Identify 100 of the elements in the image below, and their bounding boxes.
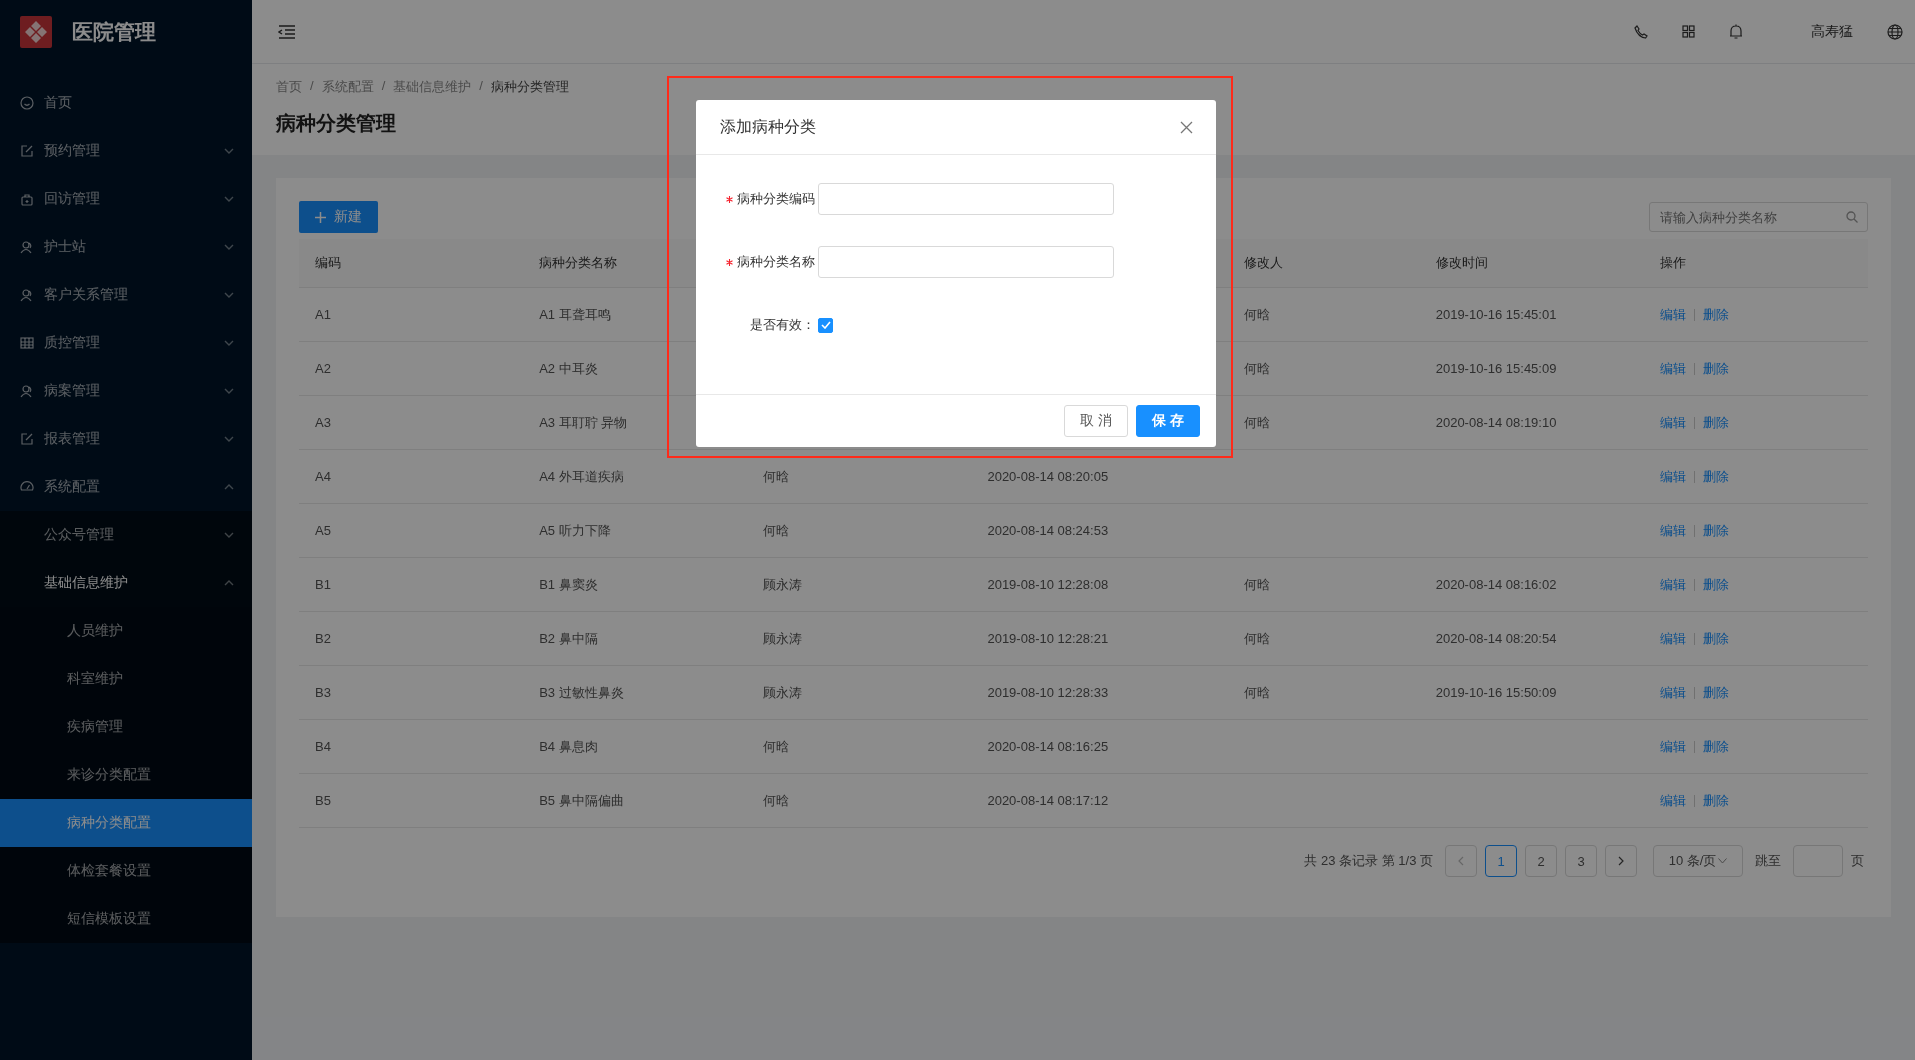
- sidebar-item[interactable]: 客户关系管理: [0, 271, 252, 319]
- table-cell: A5 听力下降: [539, 522, 611, 538]
- sidebar-item[interactable]: 系统配置: [0, 463, 252, 511]
- table-cell: A5: [315, 523, 331, 538]
- table-cell: 2019-08-10 12:28:08: [987, 577, 1109, 592]
- globe-icon[interactable]: [1887, 23, 1903, 40]
- column-header: 病种分类名称: [539, 255, 618, 270]
- action-link[interactable]: 编辑: [1659, 629, 1686, 648]
- menu-label: 预约管理: [44, 142, 101, 160]
- search-field[interactable]: 请输入病种分类名称: [1649, 202, 1868, 232]
- action-link[interactable]: 删除: [1702, 305, 1729, 324]
- sidebar-item[interactable]: 病种分类配置: [0, 799, 252, 847]
- table-cell: A1 耳聋耳鸣: [539, 306, 611, 322]
- breadcrumb-separator: /: [381, 78, 386, 95]
- table-cell: A4: [315, 469, 331, 484]
- sidebar-item[interactable]: 疾病管理: [0, 703, 252, 751]
- table-cell: 何晗: [763, 792, 790, 808]
- dialog-title: 添加病种分类: [720, 116, 816, 137]
- column-header: 操作: [1659, 255, 1686, 270]
- chevron-right-icon: [1618, 856, 1624, 866]
- action-link[interactable]: 编辑: [1659, 467, 1686, 486]
- sidebar-item[interactable]: 人员维护: [0, 607, 252, 655]
- sidebar-item[interactable]: 护士站: [0, 223, 252, 271]
- jump-label: 跳至: [1755, 852, 1781, 870]
- checkbox[interactable]: [818, 317, 833, 333]
- pagination-summary: 共 23 条记录 第 1/3 页: [1304, 852, 1433, 870]
- table-cell: 2020-08-14 08:20:54: [1435, 631, 1557, 646]
- menu-label: 病案管理: [44, 382, 101, 400]
- input-field[interactable]: [818, 183, 1114, 215]
- breadcrumb-item[interactable]: 首页: [276, 78, 302, 96]
- phone-icon[interactable]: [1634, 24, 1648, 39]
- action-link[interactable]: 编辑: [1659, 575, 1686, 594]
- action-link[interactable]: 删除: [1702, 629, 1729, 648]
- apps-icon[interactable]: [1682, 25, 1695, 38]
- table-cell: 何晗: [763, 522, 790, 538]
- close-icon[interactable]: [1180, 120, 1193, 134]
- action-link[interactable]: 编辑: [1659, 737, 1686, 756]
- table-cell: 何晗: [1243, 360, 1270, 376]
- table-cell: 顾永涛: [763, 684, 803, 700]
- action-link[interactable]: 删除: [1702, 413, 1729, 432]
- page-button[interactable]: 3: [1565, 845, 1597, 877]
- chevron-left-icon: [1458, 856, 1464, 866]
- action-link[interactable]: 删除: [1702, 467, 1729, 486]
- table-cell: 何晗: [763, 738, 790, 754]
- bell-icon[interactable]: [1729, 23, 1743, 40]
- action-link[interactable]: 删除: [1702, 359, 1729, 378]
- user-name[interactable]: 高寿猛: [1811, 22, 1853, 41]
- breadcrumb-item[interactable]: 系统配置: [321, 78, 374, 96]
- table-cell: 2019-10-16 15:50:09: [1435, 685, 1557, 700]
- sidebar-item[interactable]: 报表管理: [0, 415, 252, 463]
- action-link[interactable]: 编辑: [1659, 305, 1686, 324]
- table-cell: 何晗: [1243, 576, 1270, 592]
- action-link[interactable]: 编辑: [1659, 359, 1686, 378]
- sidebar-item[interactable]: 来诊分类配置: [0, 751, 252, 799]
- sidebar-item[interactable]: 基础信息维护: [0, 559, 252, 607]
- breadcrumb-item[interactable]: 基础信息维护: [393, 78, 472, 96]
- action-link[interactable]: 删除: [1702, 521, 1729, 540]
- action-link[interactable]: 编辑: [1659, 413, 1686, 432]
- logo-icon: [20, 15, 52, 48]
- table-cell: 2019-10-16 15:45:09: [1435, 361, 1557, 376]
- menu-label: 回访管理: [44, 190, 101, 208]
- table-cell: A1: [315, 307, 331, 322]
- action-link[interactable]: 删除: [1702, 791, 1729, 810]
- sidebar-item[interactable]: 公众号管理: [0, 511, 252, 559]
- field-label: 是否有效：: [750, 316, 815, 334]
- table-cell: B2 鼻中隔: [539, 630, 598, 646]
- input-field[interactable]: [818, 246, 1114, 278]
- sidebar-item[interactable]: 预约管理: [0, 127, 252, 175]
- next-page-button[interactable]: [1605, 845, 1637, 877]
- sidebar-item[interactable]: 短信模板设置: [0, 895, 252, 943]
- sidebar-item[interactable]: 首页: [0, 79, 252, 127]
- action-link[interactable]: 删除: [1702, 575, 1729, 594]
- table-cell: A3: [315, 415, 331, 430]
- field-label: 病种分类编码: [737, 190, 815, 208]
- app-title: 医院管理: [72, 18, 156, 45]
- page-button[interactable]: 1: [1485, 845, 1517, 877]
- page-size-select[interactable]: 10 条/页: [1653, 845, 1743, 877]
- sidebar-item[interactable]: 质控管理: [0, 319, 252, 367]
- sidebar-item[interactable]: 回访管理: [0, 175, 252, 223]
- new-button[interactable]: 新建: [299, 201, 378, 233]
- save-button[interactable]: 保 存: [1136, 405, 1200, 437]
- sidebar-item[interactable]: 科室维护: [0, 655, 252, 703]
- table-cell: 顾永涛: [763, 630, 803, 646]
- table-cell: B4: [315, 739, 331, 754]
- action-link[interactable]: 删除: [1702, 737, 1729, 756]
- sidebar-item[interactable]: 体检套餐设置: [0, 847, 252, 895]
- action-link[interactable]: 编辑: [1659, 521, 1686, 540]
- menu-icon[interactable]: [278, 23, 296, 40]
- table-cell: B1: [315, 577, 331, 592]
- table-cell: B4 鼻息肉: [539, 738, 598, 754]
- menu-label: 客户关系管理: [44, 286, 129, 304]
- column-header: 修改人: [1243, 255, 1283, 270]
- sidebar-item[interactable]: 病案管理: [0, 367, 252, 415]
- search-icon[interactable]: [1846, 211, 1858, 223]
- action-link[interactable]: 编辑: [1659, 791, 1686, 810]
- page-button[interactable]: 2: [1525, 845, 1557, 877]
- action-link[interactable]: 删除: [1702, 683, 1729, 702]
- action-link[interactable]: 编辑: [1659, 683, 1686, 702]
- table-cell: 2020-08-14 08:24:53: [987, 523, 1109, 538]
- cancel-button[interactable]: 取 消: [1064, 405, 1128, 437]
